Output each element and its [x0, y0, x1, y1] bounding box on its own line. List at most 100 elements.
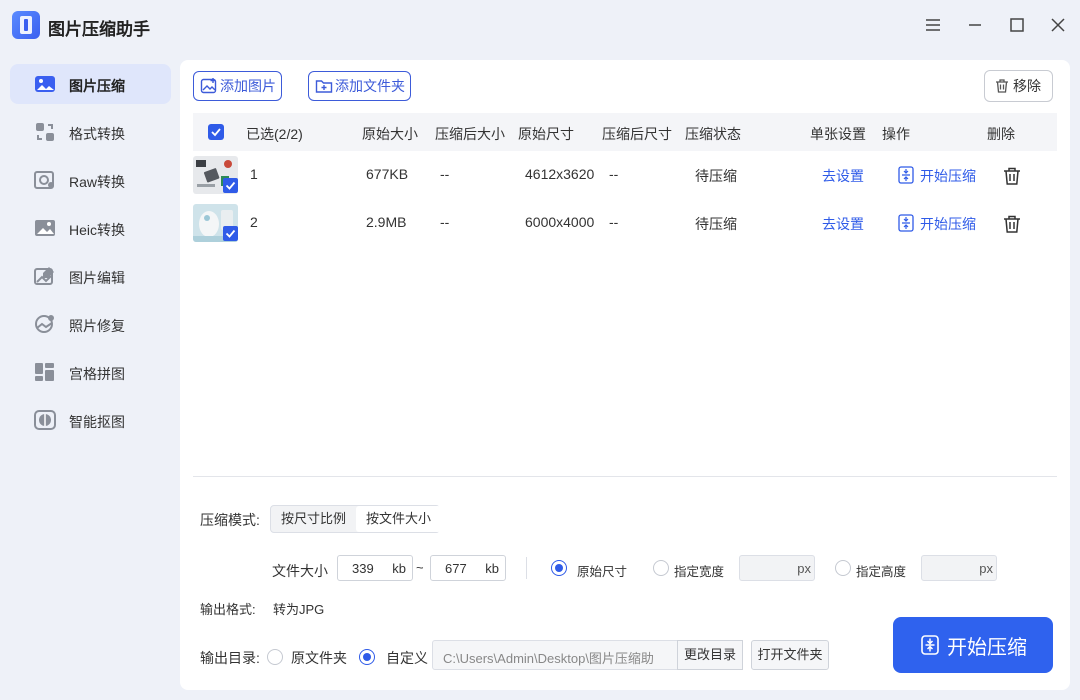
header-action: 操作: [882, 126, 910, 142]
start-compress-button[interactable]: 开始压缩: [893, 617, 1053, 673]
file-size-label: 文件大小: [272, 563, 328, 579]
heic-convert-icon: [35, 220, 55, 236]
height-label: 指定高度: [856, 565, 907, 579]
height-radio[interactable]: [835, 560, 851, 576]
sidebar-item-image-edit[interactable]: 图片编辑: [10, 256, 171, 296]
raw-convert-icon: [34, 171, 54, 189]
smart-cutout-icon: [34, 410, 56, 430]
output-dir-label: 输出目录:: [200, 650, 260, 666]
image-edit-icon: [34, 267, 54, 285]
sidebar: 图片压缩 格式转换 Raw转换 Heic转换 图片编辑 照片修复 宫格拼图 智能…: [0, 52, 180, 700]
header-orig-dim: 原始尺寸: [518, 126, 574, 142]
sidebar-item-raw-convert[interactable]: Raw转换: [10, 160, 171, 200]
sidebar-item-image-compress[interactable]: 图片压缩: [10, 64, 171, 104]
row-comp-dim: --: [609, 214, 619, 230]
close-icon[interactable]: [1047, 14, 1069, 36]
remove-label: 移除: [1013, 78, 1041, 94]
row-status: 待压缩: [695, 216, 737, 232]
maximize-icon[interactable]: [1006, 14, 1028, 36]
title-bar: 图片压缩助手: [0, 0, 1080, 52]
sidebar-item-format-convert[interactable]: 格式转换: [10, 112, 171, 152]
sidebar-item-label: 图片压缩: [69, 78, 125, 94]
width-radio[interactable]: [653, 560, 669, 576]
add-folder-icon: [315, 80, 333, 93]
height-unit: px: [979, 561, 993, 576]
add-image-icon: [200, 78, 217, 94]
output-format-value[interactable]: 转为JPG: [273, 599, 324, 618]
change-dir-button[interactable]: 更改目录: [677, 640, 743, 670]
sidebar-item-smart-cutout[interactable]: 智能抠图: [10, 400, 171, 440]
compress-mode-toggle: 按尺寸比例 按文件大小: [270, 505, 441, 533]
open-folder-button[interactable]: 打开文件夹: [751, 640, 829, 670]
add-folder-label: 添加文件夹: [335, 78, 405, 94]
table-row[interactable]: 1 677KB -- 4612x3620 -- 待压缩 去设置 开始压缩: [193, 151, 1057, 199]
original-folder-label: 原文件夹: [291, 650, 347, 666]
output-path-field[interactable]: C:\Users\Admin\Desktop\图片压缩助: [432, 640, 678, 670]
compress-icon: [921, 635, 939, 655]
width-label: 指定宽度: [674, 565, 725, 579]
width-unit: px: [797, 561, 811, 576]
min-size-unit: kb: [392, 561, 406, 576]
row-settings-link[interactable]: 去设置: [822, 214, 864, 234]
original-folder-radio[interactable]: [267, 649, 283, 665]
select-all-checkbox[interactable]: [208, 124, 224, 140]
grid-collage-icon: [35, 363, 54, 381]
range-separator: ~: [416, 560, 424, 575]
divider: [526, 557, 527, 579]
row-comp-dim: --: [609, 166, 619, 182]
start-compress-label: 开始压缩: [947, 636, 1027, 659]
add-image-button[interactable]: 添加图片: [193, 71, 282, 101]
check-icon: [211, 128, 221, 137]
row-index: 1: [250, 166, 258, 182]
sidebar-item-photo-repair[interactable]: 照片修复: [10, 304, 171, 344]
format-convert-icon: [36, 123, 54, 141]
height-input[interactable]: px: [921, 555, 997, 581]
row-settings-link[interactable]: 去设置: [822, 166, 864, 186]
mode-by-size-option[interactable]: 按文件大小: [356, 506, 441, 532]
remove-button[interactable]: 移除: [984, 70, 1053, 102]
add-image-label: 添加图片: [220, 78, 276, 94]
row-orig-size: 677KB: [366, 166, 409, 182]
sidebar-item-label: 格式转换: [69, 126, 125, 142]
menu-icon[interactable]: [922, 14, 944, 36]
header-single: 单张设置: [810, 126, 866, 142]
orig-dim-radio[interactable]: [551, 560, 567, 576]
sidebar-item-grid-collage[interactable]: 宫格拼图: [10, 352, 171, 392]
delete-icon[interactable]: [1002, 214, 1022, 234]
sidebar-item-label: 照片修复: [69, 318, 125, 334]
row-index: 2: [250, 214, 258, 230]
mode-by-ratio-option[interactable]: 按尺寸比例: [271, 506, 356, 532]
delete-icon[interactable]: [1002, 166, 1022, 186]
max-size-value: 677: [445, 561, 467, 576]
compress-icon: [898, 166, 914, 184]
trash-icon: [996, 79, 1008, 93]
image-compress-icon: [35, 76, 55, 92]
add-folder-button[interactable]: 添加文件夹: [308, 71, 411, 101]
divider: [193, 476, 1057, 477]
row-orig-size: 2.9MB: [366, 214, 407, 230]
max-size-input[interactable]: 677 kb: [430, 555, 506, 581]
min-size-input[interactable]: 339 kb: [337, 555, 413, 581]
orig-dim-label: 原始尺寸: [577, 565, 628, 579]
sidebar-item-label: 图片编辑: [69, 270, 125, 286]
header-status: 压缩状态: [685, 126, 741, 142]
table-row[interactable]: 2 2.9MB -- 6000x4000 -- 待压缩 去设置 开始压缩: [193, 199, 1057, 247]
row-start-compress-button[interactable]: 开始压缩: [920, 166, 976, 186]
table-header: 已选(2/2) 原始大小 压缩后大小 原始尺寸 压缩后尺寸 压缩状态 单张设置 …: [193, 113, 1057, 151]
custom-folder-radio[interactable]: [359, 649, 375, 665]
minimize-icon[interactable]: [964, 14, 986, 36]
row-checkbox[interactable]: [223, 178, 238, 193]
custom-folder-label: 自定义: [386, 650, 428, 666]
row-comp-size: --: [440, 214, 450, 230]
header-selected: 已选(2/2): [246, 126, 303, 142]
row-start-compress-button[interactable]: 开始压缩: [920, 214, 976, 234]
main-panel: 添加图片 添加文件夹 移除 已选(2/2) 原始大小 压缩后大小 原始尺寸 压缩…: [180, 60, 1070, 690]
row-orig-dim: 6000x4000: [525, 214, 595, 230]
header-delete: 删除: [987, 126, 1015, 142]
output-path-value: C:\Users\Admin\Desktop\图片压缩助: [443, 651, 654, 666]
sidebar-item-label: 智能抠图: [69, 414, 125, 430]
sidebar-item-heic-convert[interactable]: Heic转换: [10, 208, 171, 248]
width-input[interactable]: px: [739, 555, 815, 581]
row-checkbox[interactable]: [223, 226, 238, 241]
output-format-label: 输出格式:: [200, 602, 256, 617]
